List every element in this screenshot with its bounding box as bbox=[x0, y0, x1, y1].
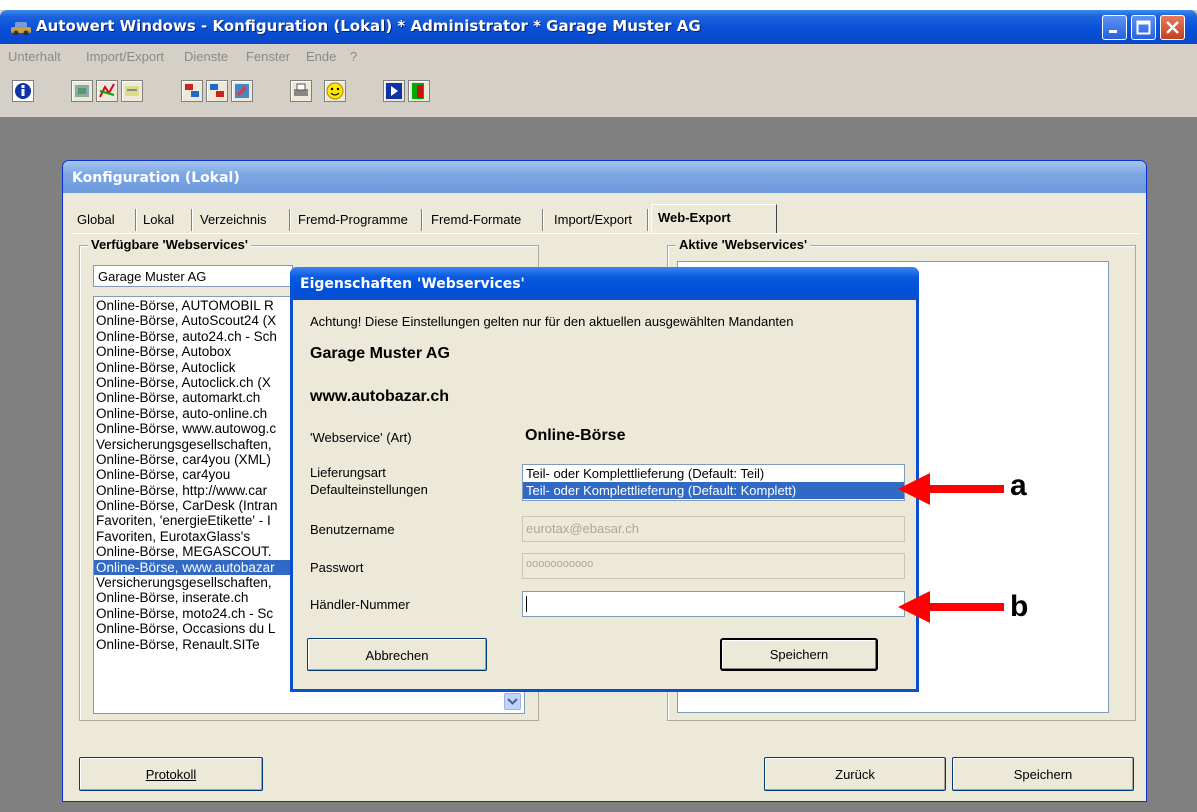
tab-lokal[interactable]: Lokal bbox=[143, 207, 174, 233]
webservice-properties-dialog: Eigenschaften 'Webservices' Achtung! Die… bbox=[290, 267, 919, 692]
close-icon bbox=[1166, 21, 1179, 34]
dealer-number-field[interactable] bbox=[522, 591, 905, 617]
tab-global[interactable]: Global bbox=[77, 207, 115, 233]
network-icon bbox=[210, 84, 224, 97]
app-title: Autowert Windows - Konfiguration (Lokal)… bbox=[36, 17, 701, 35]
annotation-arrow-a bbox=[898, 473, 1004, 505]
tab-import-export[interactable]: Import/Export bbox=[554, 207, 632, 233]
zurueck-button[interactable]: Zurück bbox=[764, 757, 946, 791]
tool-button-6[interactable] bbox=[231, 80, 253, 102]
document-icon bbox=[125, 86, 139, 96]
tool-button-7[interactable] bbox=[290, 80, 312, 102]
tool-button-5[interactable] bbox=[206, 80, 228, 102]
list-scroll-button[interactable] bbox=[504, 693, 521, 710]
mandant-combobox[interactable]: Garage Muster AG bbox=[93, 265, 293, 287]
delivery-type-listbox[interactable]: Teil- oder Komplettlieferung (Default: T… bbox=[522, 464, 905, 501]
active-webservices-legend: Aktive 'Webservices' bbox=[676, 237, 811, 252]
menu-help[interactable]: ? bbox=[350, 49, 357, 64]
tool-button-2[interactable] bbox=[96, 80, 118, 102]
menu-unterhalt[interactable]: Unterhalt bbox=[8, 49, 61, 64]
minimize-icon bbox=[1109, 30, 1117, 33]
info-toolbar-button[interactable] bbox=[12, 80, 34, 102]
chart-icon bbox=[99, 83, 115, 98]
delivery-type-label: Lieferungsart bbox=[310, 465, 386, 480]
tool-button-8[interactable] bbox=[324, 80, 346, 102]
exit-door-icon bbox=[412, 83, 424, 99]
tools-icon bbox=[75, 85, 89, 97]
dialog-cancel-button[interactable]: Abbrechen bbox=[307, 638, 487, 671]
menu-import-export[interactable]: Import/Export bbox=[86, 49, 164, 64]
menu-dienste[interactable]: Dienste bbox=[184, 49, 228, 64]
navigate-icon bbox=[386, 83, 402, 99]
chevron-down-icon bbox=[507, 698, 518, 705]
username-field[interactable]: eurotax@ebasar.ch bbox=[522, 516, 905, 542]
tab-fremd-programme[interactable]: Fremd-Programme bbox=[298, 207, 408, 233]
car-app-icon bbox=[11, 22, 31, 36]
tab-web-export[interactable]: Web-Export bbox=[651, 204, 777, 234]
tool-button-4[interactable] bbox=[181, 80, 203, 102]
tab-separator bbox=[135, 209, 137, 231]
tab-separator bbox=[191, 209, 193, 231]
maximize-icon bbox=[1136, 20, 1151, 35]
delivery-option-teil[interactable]: Teil- oder Komplettlieferung (Default: T… bbox=[523, 465, 904, 482]
network-icon bbox=[185, 84, 199, 97]
delivery-defaults-label: Defaulteinstellungen bbox=[310, 482, 428, 497]
webservice-type-value: Online-Börse bbox=[525, 427, 626, 444]
dialog-titlebar[interactable]: Eigenschaften 'Webservices' bbox=[290, 267, 919, 300]
configuration-title: Konfiguration (Lokal) bbox=[72, 170, 240, 186]
minimize-button[interactable] bbox=[1102, 15, 1127, 40]
tool-button-3[interactable] bbox=[121, 80, 143, 102]
tab-separator bbox=[421, 209, 423, 231]
dialog-notice: Achtung! Diese Einstellungen gelten nur … bbox=[310, 314, 794, 329]
text-cursor bbox=[526, 595, 527, 612]
menu-fenster[interactable]: Fenster bbox=[246, 49, 290, 64]
annotation-arrow-b bbox=[898, 591, 1004, 623]
dealer-number-label: Händler-Nummer bbox=[310, 597, 410, 612]
info-icon bbox=[15, 83, 31, 99]
speichern-button[interactable]: Speichern bbox=[952, 757, 1134, 791]
dialog-title: Eigenschaften 'Webservices' bbox=[300, 276, 525, 292]
annotation-label-b: b bbox=[1010, 590, 1029, 623]
tab-separator bbox=[542, 209, 544, 231]
password-label: Passwort bbox=[310, 560, 364, 575]
menu-ende[interactable]: Ende bbox=[306, 49, 336, 64]
available-webservices-legend: Verfügbare 'Webservices' bbox=[88, 237, 251, 252]
dialog-company-name: Garage Muster AG bbox=[310, 345, 450, 362]
delivery-option-komplett[interactable]: Teil- oder Komplettlieferung (Default: K… bbox=[523, 482, 904, 499]
protokoll-button[interactable]: Protokoll bbox=[79, 757, 263, 791]
webservice-type-label: 'Webservice' (Art) bbox=[310, 430, 412, 445]
app-titlebar[interactable]: Autowert Windows - Konfiguration (Lokal)… bbox=[0, 10, 1197, 44]
smiley-icon bbox=[326, 82, 344, 100]
top-strip bbox=[0, 0, 1197, 10]
password-field[interactable]: ooooooooooo bbox=[522, 553, 905, 579]
tool-button-9[interactable] bbox=[383, 80, 405, 102]
annotation-label-a: a bbox=[1010, 469, 1027, 502]
dialog-service-url: www.autobazar.ch bbox=[310, 388, 449, 405]
tool-button-1[interactable] bbox=[71, 80, 93, 102]
configuration-titlebar[interactable]: Konfiguration (Lokal) bbox=[63, 161, 1146, 193]
tab-fremd-formate[interactable]: Fremd-Formate bbox=[431, 207, 521, 233]
dialog-save-button[interactable]: Speichern bbox=[721, 639, 877, 670]
username-label: Benutzername bbox=[310, 522, 395, 537]
export-icon bbox=[235, 84, 249, 98]
tab-separator bbox=[647, 209, 649, 231]
tool-button-10[interactable] bbox=[408, 80, 430, 102]
toolbar bbox=[0, 68, 1197, 118]
menu-bar: Unterhalt Import/Export Dienste Fenster … bbox=[0, 44, 1197, 68]
close-button[interactable] bbox=[1160, 15, 1185, 40]
tab-verzeichnis[interactable]: Verzeichnis bbox=[200, 207, 266, 233]
tab-separator bbox=[289, 209, 291, 231]
printer-icon bbox=[294, 83, 308, 96]
maximize-button[interactable] bbox=[1131, 15, 1156, 40]
